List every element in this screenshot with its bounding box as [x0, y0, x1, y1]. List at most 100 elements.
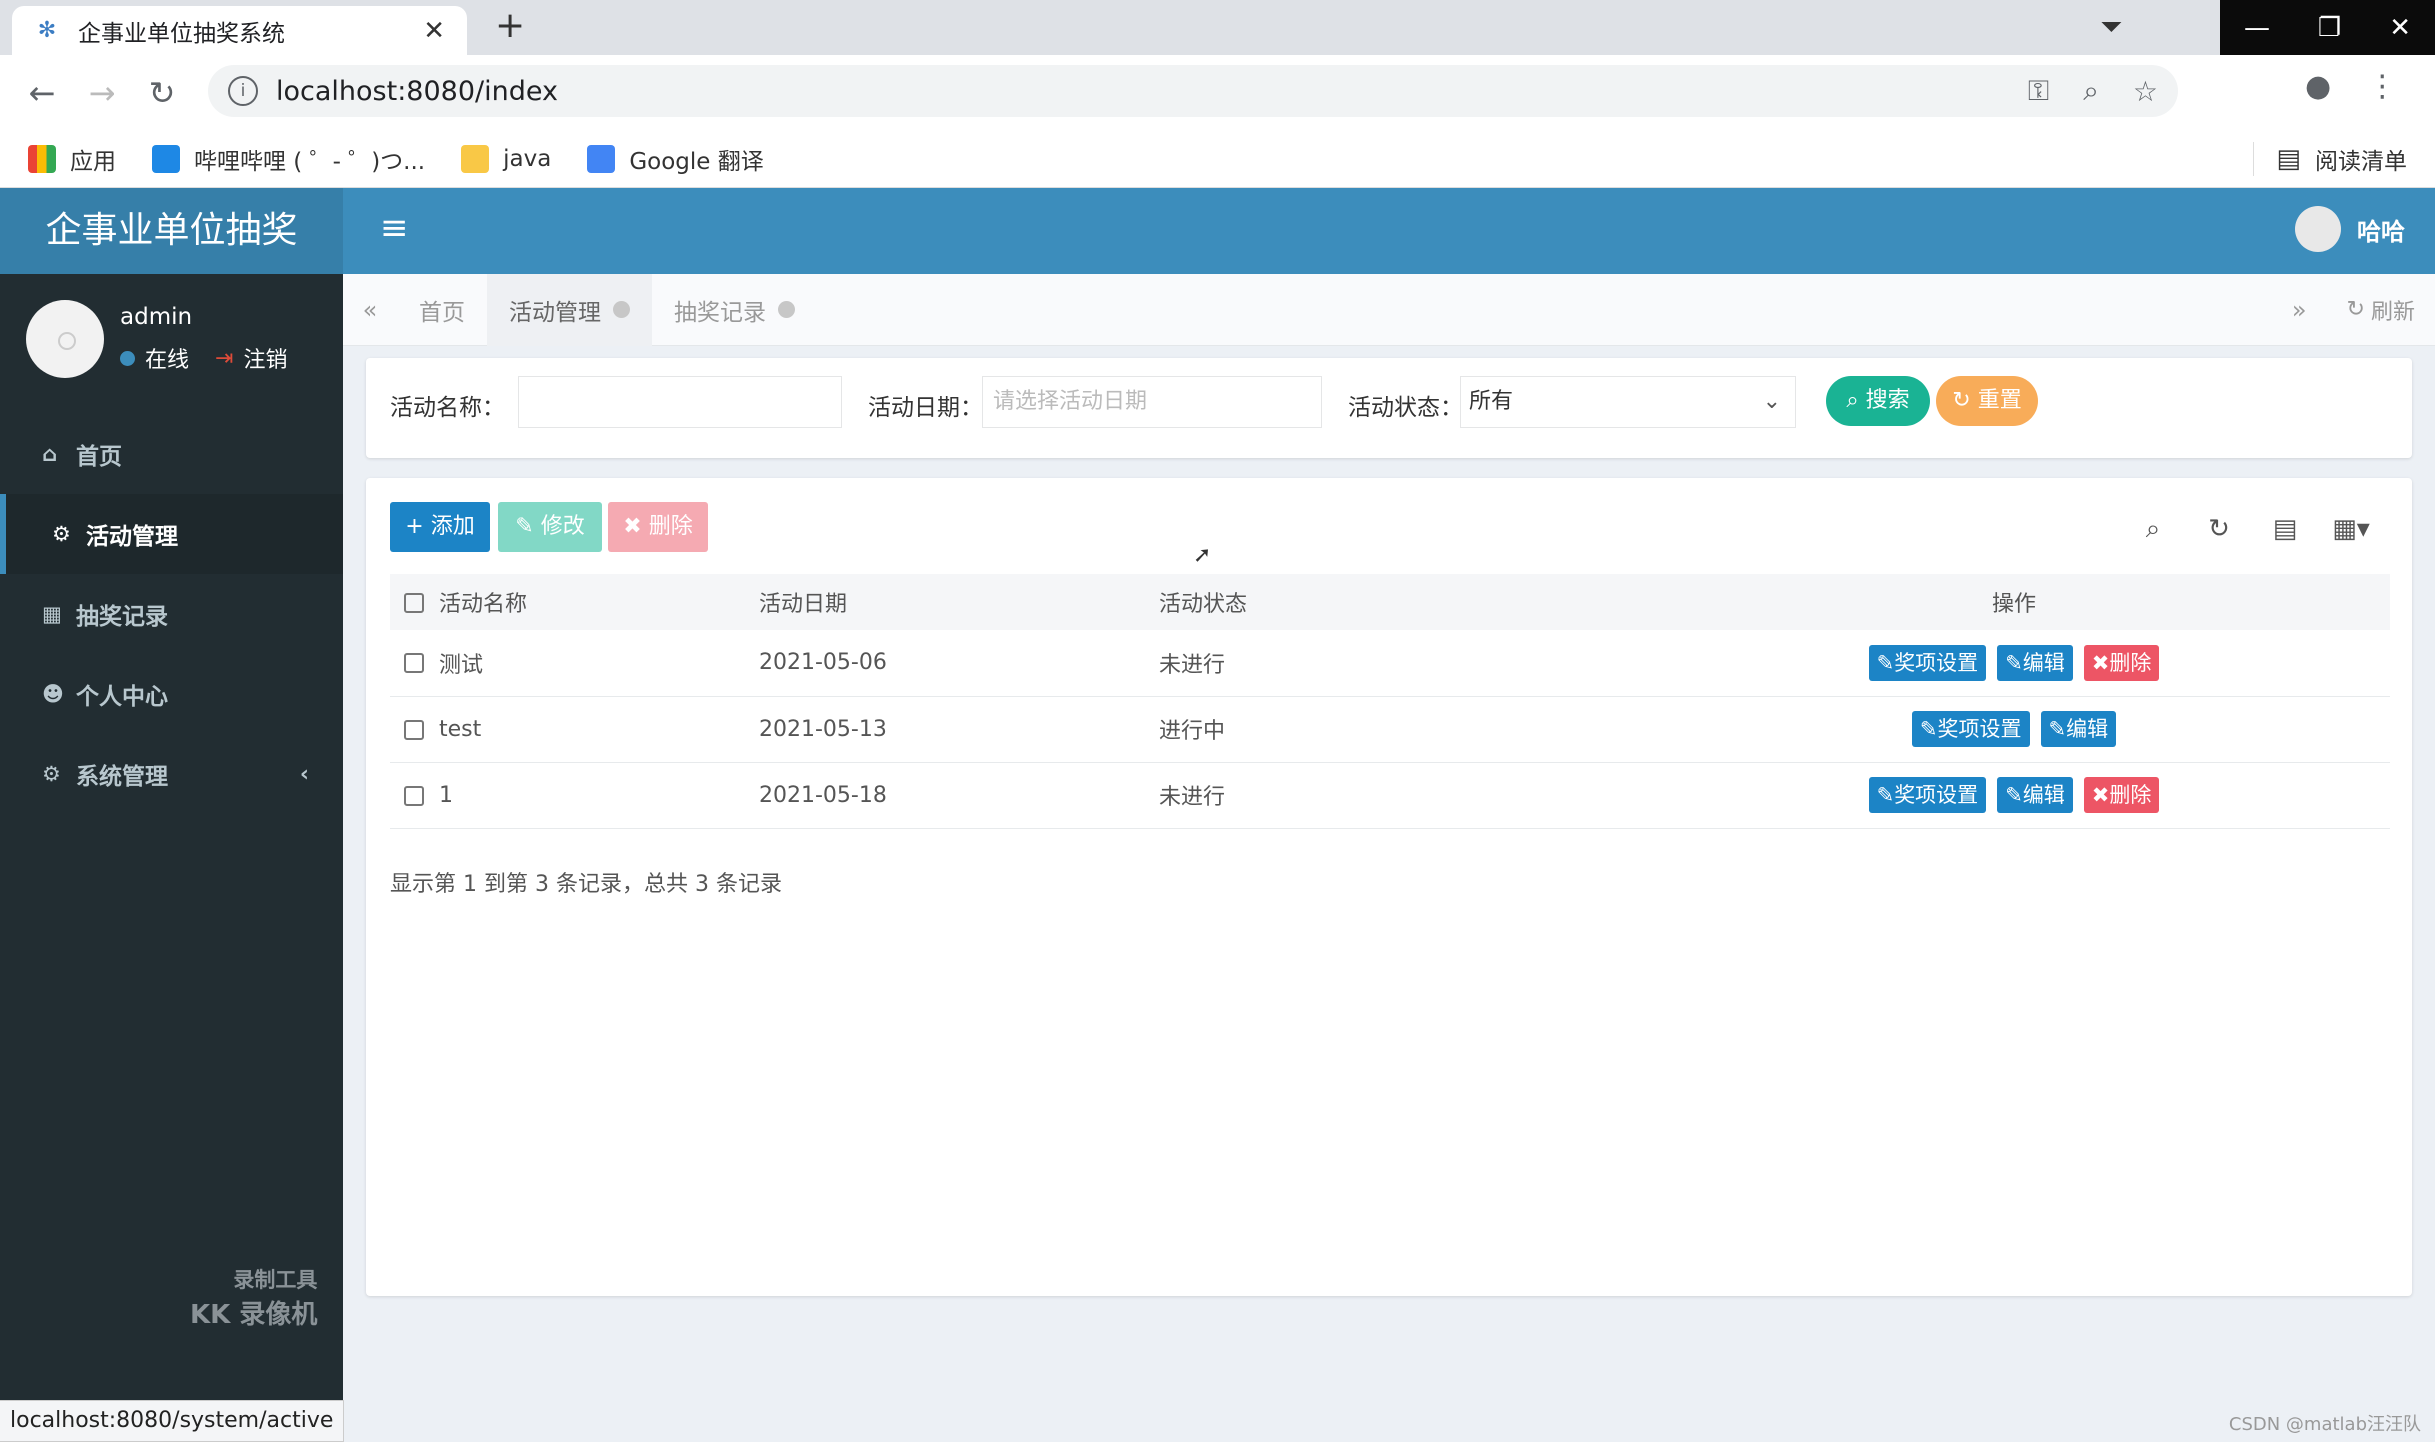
mouse-cursor-icon: ➚ [1193, 543, 1212, 568]
tabs-scroll-right-icon[interactable]: » [2292, 296, 2307, 324]
tab-close-icon[interactable] [613, 301, 630, 318]
activity-name-cell: test [438, 696, 758, 763]
logout-link[interactable]: 注销 [243, 342, 287, 374]
edit-button[interactable]: ✎ 修改 [498, 502, 602, 552]
bookmark-apps[interactable]: 应用 [28, 142, 116, 176]
sidebar-item-lottery-records[interactable]: ▦ 抽奖记录 [0, 574, 343, 654]
forward-icon[interactable]: → [72, 74, 132, 112]
activity-table: 活动名称 活动日期 活动状态 操作 测试 2021-05-06 未进行 ✎奖项设… [390, 574, 2390, 829]
column-header[interactable]: 活动名称 [438, 574, 758, 630]
row-checkbox[interactable] [404, 785, 424, 806]
star-icon[interactable]: ☆ [2133, 75, 2158, 108]
row-checkbox[interactable] [404, 719, 424, 740]
tab-close-icon[interactable] [778, 301, 795, 318]
activity-status-select[interactable]: 所有 ⌄ [1460, 376, 1796, 428]
delete-button[interactable]: ✖ 删除 [608, 502, 708, 552]
bilibili-icon [152, 144, 180, 173]
bookmark-google-translate[interactable]: Google 翻译 [587, 142, 764, 176]
bookmark-java[interactable]: java [461, 144, 552, 173]
activity-name-input[interactable] [518, 376, 842, 428]
table-header-row: 活动名称 活动日期 活动状态 操作 [390, 574, 2390, 630]
sidebar-item-profile[interactable]: ☻ 个人中心 [0, 654, 343, 734]
translate-icon [587, 144, 616, 173]
user-panel: admin 在线 ⇥ 注销 [26, 300, 287, 378]
tabs-scroll-left-icon[interactable]: « [343, 296, 397, 324]
sidebar-item-label: 活动管理 [86, 524, 178, 550]
browser-tab[interactable]: ✻ 企事业单位抽奖系统 ✕ [12, 6, 467, 55]
bookmark-label: 哔哩哔哩 ( ゜- ゜)つ... [194, 148, 426, 175]
prize-settings-button[interactable]: ✎奖项设置 [1911, 711, 2030, 747]
tab-lottery-records[interactable]: 抽奖记录 [652, 274, 817, 346]
row-delete-button[interactable]: ✖删除 [2083, 644, 2160, 681]
refresh-icon[interactable]: ↻ [2347, 297, 2365, 322]
minimize-icon[interactable]: — [2244, 13, 2270, 43]
sidebar-item-activity[interactable]: ⚙ 活动管理 [0, 494, 343, 574]
restore-icon[interactable]: ❐ [2318, 13, 2341, 43]
address-bar[interactable]: i localhost:8080/index ⚿ ⌕ ☆ [208, 65, 2178, 117]
search-button[interactable]: ⌕ 搜索 [1826, 376, 1930, 426]
site-info-icon[interactable]: i [228, 76, 258, 106]
row-edit-button[interactable]: ✎编辑 [1997, 644, 2073, 681]
row-edit-button[interactable]: ✎编辑 [2040, 711, 2117, 747]
column-header[interactable]: 活动日期 [758, 574, 1158, 630]
select-all-checkbox[interactable] [404, 592, 424, 613]
sidebar-toggle-icon[interactable]: ≡ [380, 208, 409, 248]
sidebar-item-home[interactable]: ⌂ 首页 [0, 414, 343, 494]
new-tab-button[interactable]: + [495, 6, 525, 46]
add-button[interactable]: + 添加 [390, 502, 490, 552]
search-icon[interactable]: ⌕ [2120, 506, 2186, 552]
row-edit-label: 编辑 [2022, 650, 2065, 675]
tab-home[interactable]: 首页 [397, 274, 487, 346]
activity-date-input[interactable]: 请选择活动日期 [982, 376, 1322, 428]
logout-icon[interactable]: ⇥ [215, 346, 233, 371]
window-close-icon[interactable]: ✕ [2389, 13, 2411, 43]
browser-menu-icon[interactable]: ⋮ [2367, 69, 2397, 104]
search-button-label: 搜索 [1865, 388, 1910, 413]
bookmark-bilibili[interactable]: 哔哩哔哩 ( ゜- ゜)つ... [152, 142, 425, 176]
back-icon[interactable]: ← [12, 74, 72, 112]
columns-icon[interactable]: ▦▾ [2318, 506, 2384, 552]
app-logo[interactable]: 企事业单位抽奖 [0, 188, 343, 274]
browser-toolbar: ← → ↻ i localhost:8080/index ⚿ ⌕ ☆ ● ⋮ [0, 55, 2435, 130]
sidebar-item-system[interactable]: ⚙ 系统管理 ‹ [0, 734, 343, 814]
reading-list[interactable]: ▤ 阅读清单 [2253, 142, 2407, 176]
url-text[interactable]: localhost:8080/index [276, 76, 1994, 107]
header-user-menu[interactable]: 哈哈 [2295, 206, 2405, 252]
row-delete-button[interactable]: ✖删除 [2083, 777, 2160, 813]
bookmark-label: java [503, 145, 552, 172]
tab-activity-management[interactable]: 活动管理 [487, 273, 652, 346]
search-icon: ⌕ [1846, 388, 1866, 413]
add-button-label: 添加 [430, 514, 475, 539]
watermark-line1: 录制工具 [233, 1268, 318, 1292]
edit-icon: ✎ [2005, 783, 2023, 807]
refresh-icon[interactable]: ↻ [2186, 506, 2252, 552]
prize-settings-button[interactable]: ✎奖项设置 [1868, 777, 1987, 813]
edit-icon: ✎ [515, 514, 541, 539]
row-edit-button[interactable]: ✎编辑 [1997, 777, 2073, 813]
zoom-icon[interactable]: ⌕ [2083, 74, 2099, 108]
row-edit-label: 编辑 [2022, 783, 2065, 807]
profile-icon[interactable]: ● [2305, 69, 2331, 104]
app-header: 企事业单位抽奖 ≡ 哈哈 [0, 188, 2435, 274]
sidebar-item-label: 个人中心 [76, 684, 168, 710]
refresh-tab-button[interactable]: 刷新 [2371, 294, 2415, 326]
key-icon[interactable]: ⚿ [2028, 74, 2049, 108]
online-status: 在线 [145, 348, 190, 373]
close-tab-icon[interactable]: ✕ [423, 16, 445, 46]
tab-search-icon[interactable]: ⏷ [2100, 10, 2160, 46]
toggle-view-icon[interactable]: ▤ [2252, 506, 2318, 552]
activity-status-cell: 未进行 [1158, 762, 1638, 829]
table-tools: ⌕ ↻ ▤ ▦▾ [2120, 506, 2384, 552]
prize-settings-button[interactable]: ✎奖项设置 [1868, 644, 1987, 681]
reading-list-label: 阅读清单 [2315, 149, 2407, 175]
reset-button-label: 重置 [1977, 388, 2022, 413]
activity-date-label: 活动日期： [868, 395, 983, 421]
activity-date-cell: 2021-05-13 [758, 696, 1158, 763]
reload-icon[interactable]: ↻ [132, 74, 192, 112]
csdn-watermark: CSDN @matlab汪汪队 [2228, 1414, 2421, 1435]
sidebar: admin 在线 ⇥ 注销 ⌂ 首页 ⚙ 活动管理 ▦ 抽奖记录 ☻ 个人中心 … [0, 274, 343, 1442]
row-checkbox[interactable] [404, 653, 424, 674]
delete-icon: ✖ [623, 514, 649, 539]
reset-button[interactable]: ↻ 重置 [1936, 376, 2038, 426]
column-header[interactable]: 活动状态 [1158, 574, 1638, 630]
